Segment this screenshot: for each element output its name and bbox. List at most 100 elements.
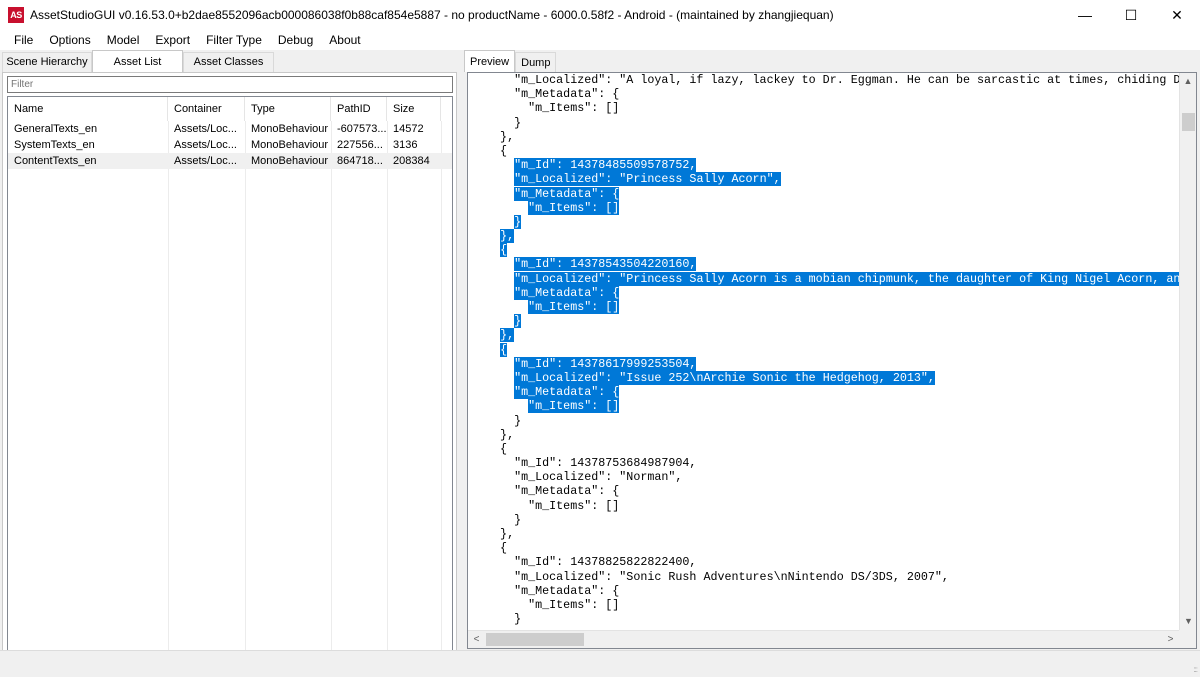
code-line: "m_Localized": "Princess Sally Acorn is … <box>468 271 1179 286</box>
code-line: }, <box>472 427 515 442</box>
code-line: "m_Localized": "A loyal, if lazy, lackey… <box>472 73 1179 87</box>
menu-bar: File Options Model Export Filter Type De… <box>0 30 1200 50</box>
cell-pathid: 227556... <box>337 139 383 151</box>
code-line: }, <box>472 129 515 144</box>
code-line: "m_Items": [] <box>472 101 620 116</box>
cell-type: MonoBehaviour <box>251 123 329 135</box>
menu-file[interactable]: File <box>0 30 41 50</box>
cell-container: Assets/Loc... <box>174 139 237 151</box>
preview-text[interactable]: "m_Localized": "A loyal, if lazy, lackey… <box>468 73 1179 628</box>
column-divider <box>168 121 169 650</box>
code-line: "m_Items": [] <box>468 300 1179 314</box>
left-panel: Scene Hierarchy Asset List Asset Classes… <box>0 50 460 677</box>
right-panel: Preview Dump "m_Localized": "A loyal, if… <box>462 50 1200 677</box>
code-line: "m_Id": 14378543504220160, <box>468 257 1179 272</box>
horizontal-scroll-thumb[interactable] <box>486 633 584 646</box>
status-bar: ::: <box>0 650 1200 677</box>
selected-text: } <box>514 314 522 329</box>
preview-textbox[interactable]: "m_Localized": "A loyal, if lazy, lackey… <box>467 72 1197 649</box>
code-line: "m_Metadata": { <box>468 385 1179 400</box>
code-line: "m_Items": [] <box>472 597 620 612</box>
cell-type: MonoBehaviour <box>251 139 329 151</box>
vertical-scroll-thumb[interactable] <box>1182 113 1195 131</box>
code-line: "m_Metadata": { <box>472 484 620 499</box>
close-button[interactable]: ✕ <box>1154 0 1200 30</box>
cell-size: 208384 <box>393 155 430 167</box>
menu-filter-type[interactable]: Filter Type <box>198 30 270 50</box>
selected-text: "m_Id": 14378543504220160, <box>514 257 697 272</box>
tab-asset-classes[interactable]: Asset Classes <box>183 52 274 72</box>
menu-options[interactable]: Options <box>41 30 98 50</box>
minimize-button[interactable]: — <box>1062 0 1108 30</box>
scroll-up-icon[interactable]: ▲ <box>1180 73 1196 90</box>
tab-dump[interactable]: Dump <box>515 52 557 72</box>
tab-scene-hierarchy[interactable]: Scene Hierarchy <box>2 52 92 72</box>
tab-asset-list[interactable]: Asset List <box>92 50 183 72</box>
selected-text: "m_Localized": "Princess Sally Acorn", <box>514 172 781 187</box>
table-row[interactable]: SystemTexts_en Assets/Loc... MonoBehavio… <box>8 137 452 153</box>
table-row-selected[interactable]: ContentTexts_en Assets/Loc... MonoBehavi… <box>8 153 452 169</box>
selected-text: { <box>500 243 508 258</box>
table-row[interactable]: GeneralTexts_en Assets/Loc... MonoBehavi… <box>8 121 452 137</box>
code-line: "m_Items": [] <box>468 200 1179 215</box>
vertical-scrollbar[interactable]: ▲ ▼ <box>1179 73 1196 630</box>
code-line: } <box>472 115 522 130</box>
selected-text: "m_Metadata": { <box>514 285 620 300</box>
code-line: { <box>468 342 1179 357</box>
cell-pathid: 864718... <box>337 155 383 167</box>
code-line: "m_Localized": "Issue 252\nArchie Sonic … <box>468 370 1179 385</box>
window-controls: — ☐ ✕ <box>1062 0 1200 30</box>
selected-text: "m_Localized": "Princess Sally Acorn is … <box>514 271 1179 286</box>
code-line: } <box>468 214 1179 229</box>
column-header-container[interactable]: Container <box>168 97 245 121</box>
column-divider <box>245 121 246 650</box>
cell-size: 3136 <box>393 139 418 151</box>
column-header-type[interactable]: Type <box>245 97 331 121</box>
code-line: } <box>472 413 522 428</box>
resize-grip-icon[interactable]: ::: <box>1193 665 1198 674</box>
selected-text: }, <box>500 229 515 244</box>
column-header-pathid[interactable]: PathID <box>331 97 387 121</box>
column-header-name[interactable]: Name <box>8 97 168 121</box>
code-line: } <box>472 512 522 527</box>
code-line: }, <box>468 229 1179 244</box>
maximize-button[interactable]: ☐ <box>1108 0 1154 30</box>
asset-list[interactable]: Name Container Type PathID Size GeneralT… <box>7 96 453 651</box>
menu-export[interactable]: Export <box>147 30 198 50</box>
code-line: "m_Localized": "Norman", <box>472 470 683 485</box>
column-divider <box>331 121 332 650</box>
code-line: "m_Localized": "Sonic Rush Adventures\nN… <box>472 569 949 584</box>
code-line: { <box>468 243 1179 258</box>
menu-about[interactable]: About <box>321 30 368 50</box>
code-line: }, <box>472 527 515 541</box>
scroll-right-icon[interactable]: > <box>1162 631 1179 648</box>
code-line: "m_Id": 14378753684987904, <box>472 456 697 471</box>
title-bar: AS AssetStudioGUI v0.16.53.0+b2dae855209… <box>0 0 1200 30</box>
horizontal-scrollbar[interactable]: < > <box>468 630 1179 648</box>
filter-input[interactable] <box>7 76 453 93</box>
code-line: { <box>472 143 508 158</box>
tab-preview[interactable]: Preview <box>464 50 516 72</box>
code-line: "m_Metadata": { <box>468 186 1179 201</box>
menu-model[interactable]: Model <box>99 30 148 50</box>
cell-pathid: -607573... <box>337 123 387 135</box>
cell-name: SystemTexts_en <box>14 139 95 151</box>
code-line: } <box>472 612 522 627</box>
cell-name: GeneralTexts_en <box>14 123 98 135</box>
menu-debug[interactable]: Debug <box>270 30 321 50</box>
code-line: { <box>472 541 508 556</box>
code-line: "m_Localized": "Princess Sally Acorn", <box>468 172 1179 187</box>
code-line: { <box>472 441 508 456</box>
scroll-left-icon[interactable]: < <box>468 631 485 648</box>
selected-text: "m_Metadata": { <box>514 186 620 201</box>
selected-text: "m_Items": [] <box>528 399 620 414</box>
code-line: "m_Items": [] <box>468 399 1179 414</box>
column-divider <box>441 121 442 650</box>
cell-container: Assets/Loc... <box>174 155 237 167</box>
code-line: "m_Id": 14378825822822400, <box>472 555 697 570</box>
code-line: "m_Id": 14378617999253504, <box>468 356 1179 371</box>
column-header-size[interactable]: Size <box>387 97 441 121</box>
cell-size: 14572 <box>393 123 424 135</box>
code-line: "m_Metadata": { <box>472 583 620 598</box>
scroll-down-icon[interactable]: ▼ <box>1180 613 1196 630</box>
